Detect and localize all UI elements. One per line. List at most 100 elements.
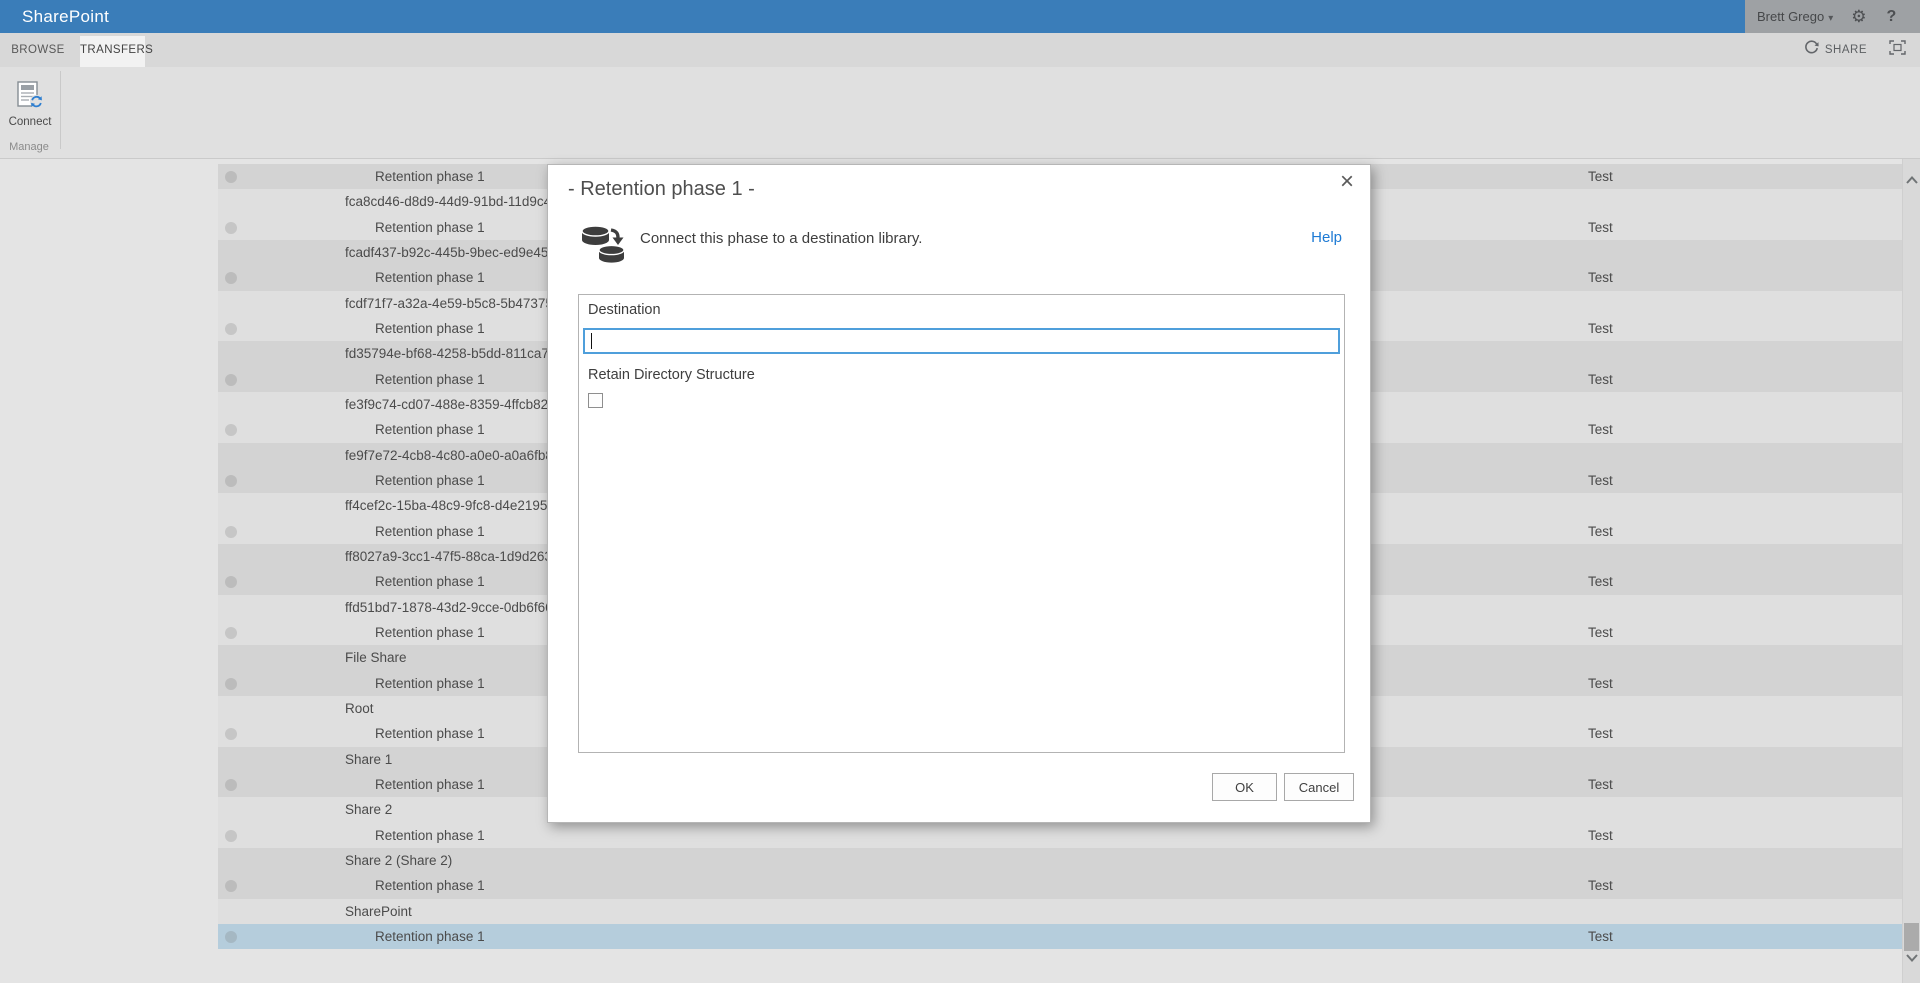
- row-label: fd35794e-bf68-4258-b5dd-811ca7c: [345, 341, 556, 366]
- focus-mode-button[interactable]: [1889, 40, 1906, 60]
- row-test-value: Test: [1588, 823, 1613, 848]
- ribbon-group-label: Manage: [0, 141, 58, 153]
- row-label: Retention phase 1: [375, 215, 485, 240]
- ribbon-group-divider: [60, 71, 61, 149]
- ribbon-content: Connect Manage: [0, 67, 1920, 159]
- retain-directory-checkbox[interactable]: [588, 393, 603, 408]
- phase-bullet-icon: [225, 627, 237, 639]
- row-label: Retention phase 1: [375, 265, 485, 290]
- row-test-value: Test: [1588, 620, 1613, 645]
- connect-icon: [16, 81, 44, 109]
- row-test-value: Test: [1588, 873, 1613, 898]
- row-label: Share 1: [345, 747, 392, 772]
- row-test-value: Test: [1588, 519, 1613, 544]
- table-row[interactable]: Retention phase 1 Test: [218, 823, 1902, 848]
- table-row[interactable]: Retention phase 1 Test: [218, 924, 1902, 949]
- row-label: Retention phase 1: [375, 468, 485, 493]
- suite-bar: SharePoint Brett Grego ▾ ⚙ ?: [0, 0, 1920, 33]
- row-test-value: Test: [1588, 721, 1613, 746]
- row-label: fcdf71f7-a32a-4e59-b5c8-5b473759: [345, 291, 560, 316]
- connect-button[interactable]: Connect: [4, 71, 56, 137]
- row-test-value: Test: [1588, 772, 1613, 797]
- chevron-up-icon: [1906, 176, 1918, 184]
- phase-bullet-icon: [225, 222, 237, 234]
- row-test-value: Test: [1588, 164, 1613, 189]
- database-transfer-icon: [581, 223, 627, 272]
- row-label: Retention phase 1: [375, 316, 485, 341]
- dialog-title: - Retention phase 1 -: [568, 178, 755, 201]
- focus-mode-icon: [1889, 40, 1906, 60]
- phase-bullet-icon: [225, 576, 237, 588]
- row-label: Share 2: [345, 797, 392, 822]
- row-label: File Share: [345, 645, 407, 670]
- table-row[interactable]: SharePoint: [218, 899, 1902, 924]
- phase-bullet-icon: [225, 678, 237, 690]
- row-label: Retention phase 1: [375, 367, 485, 392]
- row-label: Retention phase 1: [375, 164, 485, 189]
- text-caret: [591, 333, 592, 349]
- row-label: Retention phase 1: [375, 671, 485, 696]
- row-test-value: Test: [1588, 569, 1613, 594]
- table-row[interactable]: Retention phase 1 Test: [218, 873, 1902, 898]
- user-name: Brett Grego: [1757, 9, 1824, 24]
- row-test-value: Test: [1588, 924, 1613, 949]
- row-test-value: Test: [1588, 417, 1613, 442]
- phase-bullet-icon: [225, 374, 237, 386]
- row-label: fca8cd46-d8d9-44d9-91bd-11d9c40: [345, 189, 559, 214]
- scroll-down-button[interactable]: [1903, 943, 1920, 973]
- row-label: fe3f9c74-cd07-488e-8359-4ffcb828: [345, 392, 556, 417]
- tab-transfers[interactable]: TRANSFERS: [80, 36, 145, 67]
- cancel-button[interactable]: Cancel: [1284, 773, 1354, 801]
- phase-bullet-icon: [225, 272, 237, 284]
- connect-button-label: Connect: [4, 116, 56, 128]
- phase-bullet-icon: [225, 931, 237, 943]
- phase-bullet-icon: [225, 880, 237, 892]
- row-label: Retention phase 1: [375, 417, 485, 442]
- app-title: SharePoint: [22, 0, 109, 33]
- close-icon[interactable]: ×: [1340, 170, 1354, 194]
- suite-bar-user-area: Brett Grego ▾ ⚙ ?: [1745, 0, 1920, 33]
- row-label: fe9f7e72-4cb8-4c80-a0e0-a0a6fb8c: [345, 443, 560, 468]
- row-label: ffd51bd7-1878-43d2-9cce-0db6f66: [345, 595, 553, 620]
- table-row[interactable]: Share 2 (Share 2): [218, 848, 1902, 873]
- phase-bullet-icon: [225, 728, 237, 740]
- destination-input[interactable]: [583, 328, 1340, 354]
- ok-button[interactable]: OK: [1212, 773, 1277, 801]
- row-label: Root: [345, 696, 374, 721]
- row-label: Retention phase 1: [375, 924, 485, 949]
- ribbon-right-actions: SHARE: [1804, 33, 1906, 67]
- row-label: Retention phase 1: [375, 873, 485, 898]
- share-icon: [1804, 40, 1819, 60]
- row-label: Retention phase 1: [375, 823, 485, 848]
- share-button[interactable]: SHARE: [1804, 40, 1867, 60]
- row-test-value: Test: [1588, 671, 1613, 696]
- row-test-value: Test: [1588, 468, 1613, 493]
- row-label: ff8027a9-3cc1-47f5-88ca-1d9d2630: [345, 544, 559, 569]
- row-test-value: Test: [1588, 265, 1613, 290]
- phase-bullet-icon: [225, 424, 237, 436]
- row-label: ff4cef2c-15ba-48c9-9fc8-d4e2195f0: [345, 493, 559, 518]
- tab-browse[interactable]: BROWSE: [8, 33, 68, 67]
- row-label: SharePoint: [345, 899, 412, 924]
- row-test-value: Test: [1588, 316, 1613, 341]
- help-icon[interactable]: ?: [1886, 8, 1896, 26]
- vertical-scrollbar[interactable]: [1902, 159, 1920, 983]
- help-link[interactable]: Help: [1311, 229, 1342, 246]
- row-label: Share 2 (Share 2): [345, 848, 452, 873]
- ribbon-tab-strip: BROWSE TRANSFERS SHARE: [0, 33, 1920, 67]
- phase-bullet-icon: [225, 323, 237, 335]
- destination-fieldset: Destination Retain Directory Structure: [578, 294, 1345, 753]
- destination-label: Destination: [588, 302, 661, 318]
- gear-icon[interactable]: ⚙: [1851, 8, 1866, 25]
- scroll-up-button[interactable]: [1903, 165, 1920, 195]
- phase-bullet-icon: [225, 526, 237, 538]
- phase-bullet-icon: [225, 475, 237, 487]
- chevron-down-icon: ▾: [1828, 13, 1833, 24]
- user-menu[interactable]: Brett Grego ▾: [1757, 9, 1833, 24]
- dialog-description: Connect this phase to a destination libr…: [640, 230, 922, 247]
- phase-bullet-icon: [225, 171, 237, 183]
- phase-bullet-icon: [225, 830, 237, 842]
- row-label: Retention phase 1: [375, 721, 485, 746]
- row-test-value: Test: [1588, 215, 1613, 240]
- row-test-value: Test: [1588, 367, 1613, 392]
